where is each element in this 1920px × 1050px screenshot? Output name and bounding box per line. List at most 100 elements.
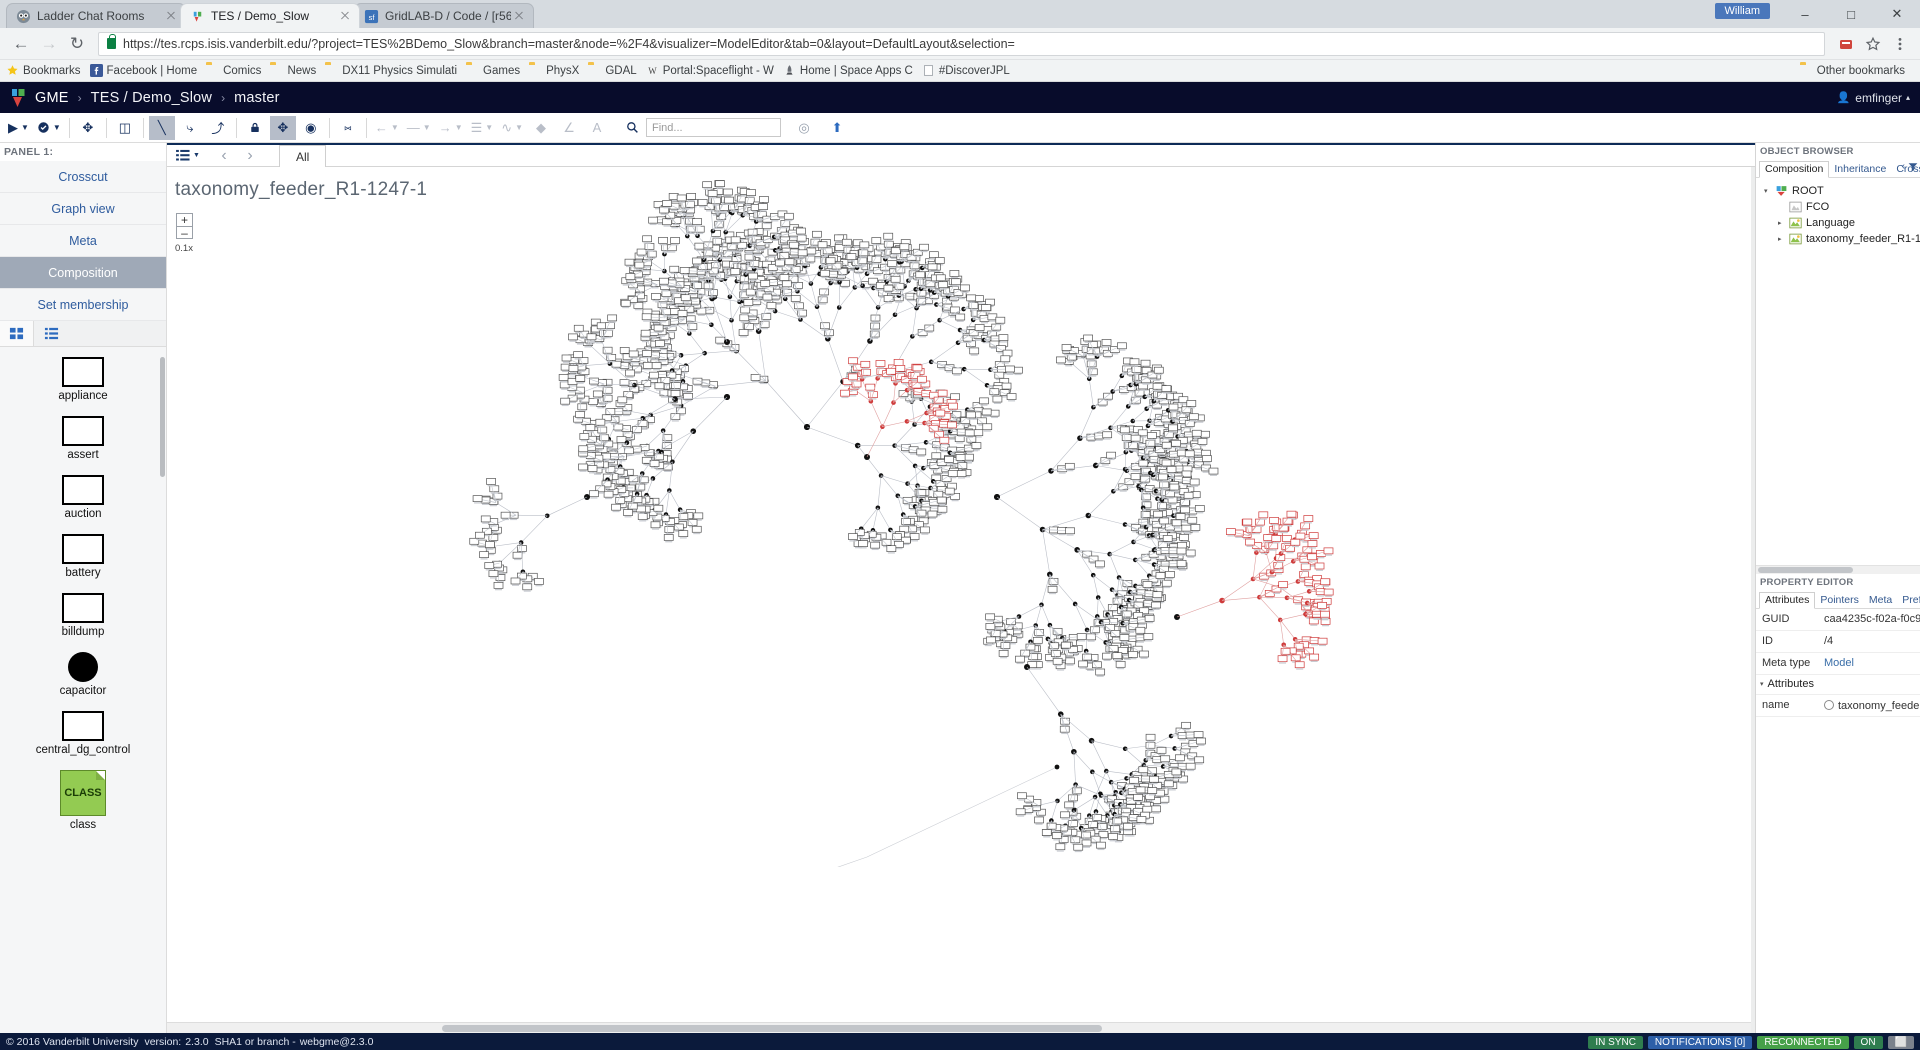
close-window-button[interactable]: ✕ <box>1874 0 1920 28</box>
object-tool-button[interactable]: ▼ <box>34 116 64 140</box>
other-bookmarks-item[interactable]: Other bookmarks <box>1800 64 1905 77</box>
pointer-tool-button[interactable]: ▶ ▼ <box>5 116 32 140</box>
attribute-row-name[interactable]: name taxonomy_feeder_R <box>1756 695 1920 717</box>
bookmark-item-7[interactable]: GDAL <box>588 64 636 77</box>
sidebar-item-set-membership[interactable]: Set membership <box>0 289 166 321</box>
connection-tool-button[interactable]: ╲ <box>148 115 175 140</box>
address-bar[interactable]: https://tes.rcps.isis.vanderbilt.edu/?pr… <box>98 31 1825 56</box>
tab-inheritance[interactable]: Inheritance <box>1829 162 1891 177</box>
breadcrumb-branch[interactable]: master <box>234 90 280 106</box>
distribute-tool-button[interactable]: ☰ ▼ <box>468 116 497 140</box>
attributes-section-header[interactable]: ▾ Attributes <box>1756 674 1920 695</box>
move-tool-button[interactable]: ✥ <box>75 116 101 140</box>
bookmark-item-6[interactable]: PhysX <box>529 64 579 77</box>
chrome-menu-icon[interactable] <box>1888 32 1912 56</box>
align-right-tool-button[interactable]: → ▼ <box>436 116 466 140</box>
bookmark-item-8[interactable]: W Portal:Spaceflight - W <box>646 64 774 77</box>
fork-tool-button[interactable]: ⑅ <box>335 116 361 140</box>
bookmark-item-1[interactable]: Facebook | Home <box>89 64 197 77</box>
pan-tool-button[interactable]: ✥ <box>269 115 296 140</box>
bookmark-star-icon[interactable] <box>1861 32 1885 56</box>
tab-pointers[interactable]: Pointers <box>1815 593 1864 608</box>
lock-tool-button[interactable] <box>242 116 268 140</box>
status-badge-in-sync[interactable]: IN SYNC <box>1588 1035 1643 1049</box>
extension-icon[interactable] <box>1834 32 1858 56</box>
close-icon[interactable] <box>337 8 353 24</box>
object-browser-hscrollbar[interactable] <box>1756 564 1920 574</box>
collapse-icon[interactable]: ‹ <box>1902 161 1905 172</box>
forward-button[interactable]: → <box>36 31 62 57</box>
close-icon[interactable] <box>511 8 527 24</box>
bookmark-item-3[interactable]: News <box>270 64 316 77</box>
bookmark-item-2[interactable]: Comics <box>206 64 261 77</box>
bookmark-item-0[interactable]: Bookmarks <box>6 64 81 77</box>
tab-preferences[interactable]: Preferences <box>1897 593 1920 608</box>
browser-tab-1[interactable]: TES / Demo_Slow <box>180 3 360 28</box>
align-center-tool-button[interactable]: — ▼ <box>404 116 434 140</box>
curve-tool-button[interactable]: ∿ ▼ <box>498 116 526 140</box>
twisty-icon[interactable]: ▾ <box>1764 187 1775 195</box>
part-item-battery[interactable]: battery <box>0 534 166 579</box>
search-input[interactable]: Find... <box>646 118 782 137</box>
panel-splitter[interactable] <box>1751 167 1755 1033</box>
user-menu[interactable]: 👤 emfinger ▴ <box>1837 91 1910 105</box>
part-item-assert[interactable]: assert <box>0 416 166 461</box>
sidebar-item-graph-view[interactable]: Graph view <box>0 193 166 225</box>
route-branch-tool-button[interactable]: ⤴ <box>205 116 231 140</box>
upload-tool-button[interactable]: ⬆ <box>824 116 850 140</box>
grid-view-tab[interactable] <box>0 321 34 346</box>
part-item-billdump[interactable]: billdump <box>0 593 166 638</box>
part-browser[interactable]: appliance assert auction battery billdum… <box>0 347 166 1033</box>
twisty-icon[interactable]: ▸ <box>1778 235 1789 243</box>
part-item-central-dg-control[interactable]: central_dg_control <box>0 711 166 756</box>
status-badge-panel-toggle[interactable]: ⬜ <box>1887 1035 1914 1049</box>
object-tree[interactable]: ▾ ROOT FCO ▸ Language ▸ taxonomy_feeder_… <box>1756 178 1920 248</box>
twisty-icon[interactable]: ▸ <box>1778 219 1789 227</box>
tree-node-fco[interactable]: FCO <box>1762 199 1920 215</box>
prev-tab-button[interactable]: ‹ <box>211 145 237 167</box>
tab-meta[interactable]: Meta <box>1864 593 1897 608</box>
part-item-class[interactable]: CLASS class <box>0 770 166 831</box>
sidebar-item-crosscut[interactable]: Crosscut <box>0 161 166 193</box>
status-badge-reconnected[interactable]: RECONNECTED <box>1757 1035 1849 1049</box>
tree-node-language[interactable]: ▸ Language <box>1762 215 1920 231</box>
attribute-value[interactable]: taxonomy_feeder_R <box>1824 699 1920 712</box>
property-row-id[interactable]: ID /4 <box>1756 631 1920 653</box>
reload-button[interactable]: ↻ <box>64 31 90 57</box>
tree-node-taxonomy-feeder[interactable]: ▸ taxonomy_feeder_R1-124 <box>1762 231 1920 247</box>
minimize-button[interactable]: – <box>1782 0 1828 28</box>
line-color-tool-button[interactable]: ∠ <box>556 116 582 140</box>
brand-link[interactable]: GME <box>35 90 69 106</box>
tab-composition[interactable]: Composition <box>1759 161 1830 178</box>
fill-color-tool-button[interactable]: ◆ <box>528 116 554 140</box>
breadcrumb-project[interactable]: TES / Demo_Slow <box>91 90 212 106</box>
tab-attributes[interactable]: Attributes <box>1759 591 1816 609</box>
part-item-appliance[interactable]: appliance <box>0 357 166 402</box>
split-panel-tool-button[interactable]: ◫ <box>112 116 138 140</box>
part-item-auction[interactable]: auction <box>0 475 166 520</box>
canvas-horizontal-scrollbar[interactable] <box>167 1022 1755 1033</box>
part-browser-scrollbar[interactable] <box>160 357 165 477</box>
tree-node-root[interactable]: ▾ ROOT <box>1762 183 1920 199</box>
next-tab-button[interactable]: › <box>237 145 263 167</box>
part-item-capacitor[interactable]: capacitor <box>0 652 166 697</box>
bookmark-item-10[interactable]: #DiscoverJPL <box>922 64 1010 77</box>
sidebar-item-composition[interactable]: Composition <box>0 257 166 289</box>
bookmark-item-9[interactable]: Home | Space Apps C <box>783 64 913 77</box>
filter-icon[interactable] <box>1908 162 1918 172</box>
scrollbar-thumb[interactable] <box>442 1025 1102 1032</box>
visibility-tool-button[interactable]: ◉ <box>298 116 324 140</box>
sidebar-item-meta[interactable]: Meta <box>0 225 166 257</box>
text-color-tool-button[interactable]: A <box>584 116 610 140</box>
align-left-tool-button[interactable]: ← ▼ <box>372 116 402 140</box>
bookmark-item-5[interactable]: Games <box>466 64 520 77</box>
list-view-tab[interactable] <box>34 321 68 346</box>
list-menu-icon[interactable]: ▼ <box>175 145 201 167</box>
bookmark-item-4[interactable]: DX11 Physics Simulati <box>325 64 457 77</box>
status-badge-notifications[interactable]: NOTIFICATIONS [0] <box>1647 1035 1753 1049</box>
property-row-meta-type[interactable]: Meta type Model <box>1756 653 1920 675</box>
property-row-guid[interactable]: GUID caa4235c-f02a-f0c9-... <box>1756 609 1920 631</box>
property-value[interactable]: Model <box>1824 657 1854 669</box>
back-button[interactable]: ← <box>8 31 34 57</box>
maximize-button[interactable]: □ <box>1828 0 1874 28</box>
